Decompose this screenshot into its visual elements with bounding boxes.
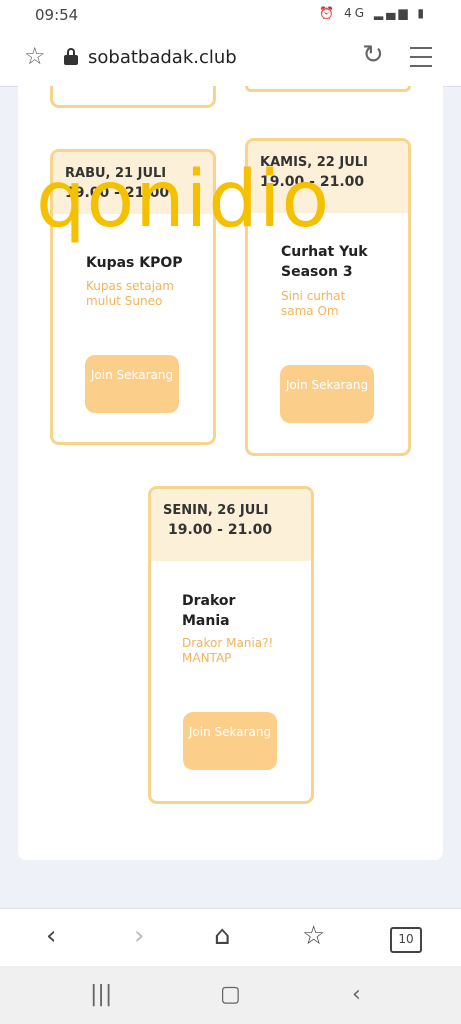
browser-bottom-nav: ‹ › ⌂ ☆ 10	[0, 908, 461, 967]
bookmarks-icon[interactable]: ☆	[302, 921, 325, 951]
card-title: Drakor Mania	[182, 593, 236, 629]
lock-icon	[64, 48, 78, 65]
card-description: Drakor Mania?! MANTAP	[182, 636, 274, 665]
tabs-icon[interactable]: 10	[390, 927, 422, 953]
card-date: SENIN, 26 JULI	[163, 503, 269, 518]
star-icon[interactable]: ☆	[24, 44, 46, 68]
recent-apps-icon[interactable]: |||	[90, 982, 112, 1007]
card-title: Curhat Yuk Season 3	[281, 244, 368, 280]
card-partial-left	[50, 86, 216, 108]
card-header: SENIN, 26 JULI 19.00 - 21.00	[151, 489, 311, 561]
status-bar: 09:54 ⏰ 4G ▂▄▆ ▮	[0, 0, 461, 30]
system-back-icon[interactable]: ‹	[352, 982, 361, 1007]
join-button[interactable]: Join Sekarang	[85, 355, 179, 413]
card-partial-right	[245, 86, 411, 92]
event-card: SENIN, 26 JULI 19.00 - 21.00 Drakor Mani…	[148, 486, 314, 804]
reload-icon[interactable]: ↻	[362, 42, 384, 68]
browser-toolbar: ☆ sobatbadak.club ↻	[0, 30, 461, 87]
status-icons: ⏰ 4G ▂▄▆ ▮	[319, 6, 427, 20]
join-button[interactable]: Join Sekarang	[183, 712, 277, 770]
status-time: 09:54	[35, 6, 79, 24]
back-icon[interactable]: ‹	[46, 921, 56, 951]
url-field[interactable]: sobatbadak.club	[88, 47, 237, 68]
card-description: Sini curhat sama Om	[281, 289, 346, 318]
home-icon[interactable]: ⌂	[214, 921, 231, 951]
card-title: Kupas KPOP	[86, 255, 183, 271]
watermark: qonidio	[36, 155, 331, 245]
join-button[interactable]: Join Sekarang	[280, 365, 374, 423]
forward-icon[interactable]: ›	[134, 921, 144, 951]
home-button-icon[interactable]: ▢	[220, 982, 241, 1007]
card-description: Kupas setajam mulut Suneo	[86, 279, 174, 308]
menu-icon[interactable]	[410, 47, 432, 74]
card-time: 19.00 - 21.00	[168, 522, 273, 538]
system-nav-bar: ||| ▢ ‹	[0, 966, 461, 1024]
